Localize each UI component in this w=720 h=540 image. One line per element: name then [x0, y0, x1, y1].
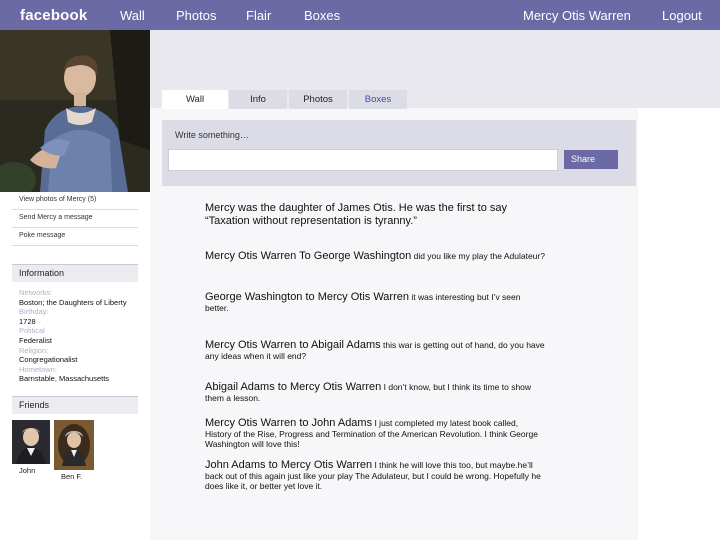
post-text: Mercy was the daughter of James Otis. He…: [205, 202, 508, 227]
friend-portrait-john: [12, 420, 50, 464]
information-list: Networks: Boston; the Daughters of Liber…: [19, 288, 149, 384]
share-button[interactable]: Share: [564, 150, 618, 169]
nav-wall[interactable]: Wall: [120, 8, 145, 23]
logout-link[interactable]: Logout: [662, 8, 702, 23]
information-header: Information: [12, 264, 138, 282]
post-author[interactable]: John Adams to Mercy Otis Warren: [205, 459, 372, 471]
post-text: did you like my play the Adulateur?: [411, 251, 545, 261]
religion-value: Congregationalist: [19, 355, 78, 365]
political-label: Political: [19, 326, 45, 336]
wall-post: Mercy Otis Warren To George Washington d…: [205, 251, 545, 262]
tab-boxes[interactable]: Boxes: [349, 90, 407, 109]
wall-post-input[interactable]: [168, 149, 558, 171]
nav-boxes[interactable]: Boxes: [304, 8, 340, 23]
friend-photo-ben[interactable]: [54, 420, 94, 470]
profile-picture[interactable]: [0, 30, 150, 192]
top-navigation-bar: facebook Wall Photos Flair Boxes Mercy O…: [0, 0, 720, 30]
wall-post: Abigail Adams to Mercy Otis Warren I don…: [205, 382, 545, 403]
nav-photos[interactable]: Photos: [176, 8, 216, 23]
hometown-value: Barnstable, Massachusetts: [19, 374, 110, 384]
wall-composer: Write something… Share: [162, 120, 636, 186]
post-author[interactable]: George Washington to Mercy Otis Warren: [205, 291, 409, 303]
tab-wall[interactable]: Wall: [162, 90, 228, 109]
post-author[interactable]: Mercy Otis Warren to Abigail Adams: [205, 339, 381, 351]
post-author[interactable]: Mercy Otis Warren to John Adams: [205, 417, 372, 429]
networks-value: Boston; the Daughters of Liberty: [19, 297, 127, 307]
wall-post: Mercy Otis Warren to Abigail Adams this …: [205, 340, 545, 361]
wall-post-intro: Mercy was the daughter of James Otis. He…: [205, 202, 545, 228]
portrait-image: [0, 30, 150, 192]
wall-post: John Adams to Mercy Otis Warren I think …: [205, 460, 545, 492]
friend-photo-john[interactable]: [12, 420, 50, 464]
birthday-value: 1728: [19, 316, 36, 326]
composer-label: Write something…: [175, 130, 249, 140]
tab-info[interactable]: Info: [229, 90, 287, 109]
networks-label: Networks:: [19, 288, 53, 297]
wall-post: George Washington to Mercy Otis Warren i…: [205, 292, 545, 313]
friend-name-ben[interactable]: Ben F.: [61, 472, 82, 481]
tab-photos[interactable]: Photos: [289, 90, 347, 109]
wall-post: Mercy Otis Warren to John Adams I just c…: [205, 418, 545, 450]
post-author[interactable]: Mercy Otis Warren To George Washington: [205, 250, 411, 262]
birthday-label: Birthday:: [19, 307, 49, 317]
friends-header: Friends: [12, 396, 138, 414]
send-message-link[interactable]: Send Mercy a message: [12, 210, 138, 228]
poke-link[interactable]: Poke message: [12, 228, 138, 246]
friend-portrait-ben: [54, 420, 94, 470]
political-value: Federalist: [19, 335, 52, 345]
post-author[interactable]: Abigail Adams to Mercy Otis Warren: [205, 381, 381, 393]
friend-name-john[interactable]: John: [19, 466, 35, 475]
nav-user-name[interactable]: Mercy Otis Warren: [523, 8, 631, 23]
nav-flair[interactable]: Flair: [246, 8, 271, 23]
religion-label: Religion:: [19, 345, 49, 355]
facebook-logo[interactable]: facebook: [20, 7, 87, 24]
view-photos-link[interactable]: View photos of Mercy (5): [12, 192, 138, 210]
hometown-label: Hometown:: [19, 364, 57, 374]
